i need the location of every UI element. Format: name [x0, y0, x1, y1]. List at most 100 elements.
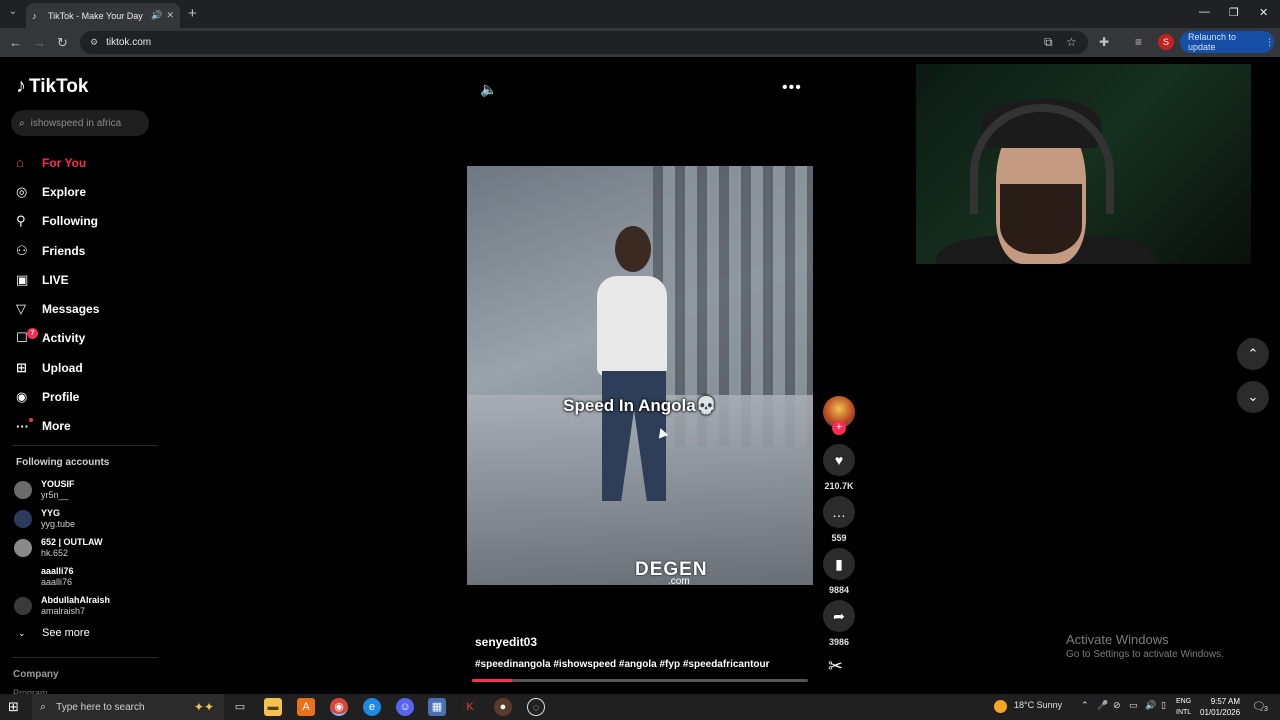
edge-icon[interactable]: e — [363, 698, 381, 716]
sidebar-item-label: Following — [42, 214, 98, 229]
sidebar-item-more[interactable]: ··· More — [16, 412, 99, 441]
discord-icon[interactable]: ☺ — [396, 698, 414, 716]
microphone-icon[interactable]: 🎤 — [1097, 700, 1108, 711]
back-icon[interactable]: ← — [9, 35, 22, 50]
search-input[interactable]: ⌕ ishowspeed in africa — [11, 110, 149, 136]
tab-audio-icon[interactable]: 🔊 — [151, 10, 162, 21]
next-video-chevron-down-icon[interactable]: ⌄ — [1237, 381, 1269, 413]
tray-chevron-up-icon[interactable]: ⌃ — [1081, 700, 1089, 711]
sidebar-item-profile[interactable]: ◉ Profile — [16, 382, 99, 411]
following-account[interactable]: AbdullahAlraish amalraish7 — [14, 592, 110, 621]
follow-plus-icon[interactable]: + — [832, 421, 846, 435]
app-window-icon[interactable]: ▦ — [428, 698, 446, 716]
previous-video-chevron-up-icon[interactable]: ⌃ — [1237, 338, 1269, 370]
video-watermark-sub: .com — [668, 576, 690, 585]
app-a-icon[interactable]: A — [297, 698, 315, 716]
account-name: YOUSIF — [41, 478, 75, 489]
reload-icon[interactable]: ↻ — [57, 35, 68, 51]
chrome-icon[interactable]: ◉ — [330, 698, 348, 716]
following-account[interactable]: 652 | OUTLAW hk.652 — [14, 533, 110, 562]
avatar — [14, 538, 32, 557]
company-link[interactable]: Company — [13, 669, 59, 680]
new-tab-button[interactable]: + — [188, 5, 197, 22]
more-options-icon[interactable]: ••• — [782, 79, 802, 97]
extensions-icon[interactable]: ✚ — [1099, 35, 1109, 49]
like-heart-icon[interactable]: ♥ — [823, 444, 855, 476]
tiktok-logo[interactable]: ♪ TikTok — [16, 75, 88, 98]
profile-icon: ◉ — [16, 389, 28, 405]
share-icon[interactable]: ➦ — [823, 600, 855, 632]
minimize-icon[interactable]: — — [1199, 6, 1210, 18]
sidebar-item-explore[interactable]: ◎ Explore — [16, 177, 99, 206]
sidebar-item-live[interactable]: ▣ LIVE — [16, 265, 99, 294]
video-progress-bar[interactable] — [472, 679, 808, 682]
profile-avatar[interactable]: S — [1158, 34, 1174, 50]
app-avatar-icon[interactable]: ● — [494, 698, 512, 716]
account-username: yyg.tube — [41, 518, 76, 529]
video-hashtags[interactable]: #speedinangola #ishowspeed #angola #fyp … — [475, 659, 770, 670]
comment-icon[interactable]: … — [823, 496, 855, 528]
webcam-overlay — [916, 64, 1251, 264]
following-account[interactable]: YOUSIF yr5n__ — [14, 475, 110, 504]
media-controls-icon[interactable]: ≡ — [1135, 35, 1142, 49]
tab-close-icon[interactable]: ✕ — [166, 10, 174, 21]
live-icon: ▣ — [16, 271, 29, 287]
activate-windows-subtitle: Go to Settings to activate Windows. — [1066, 649, 1224, 660]
sidebar-item-friends[interactable]: ⚇ Friends — [16, 236, 99, 265]
address-bar[interactable]: ⚙ tiktok.com — [80, 31, 1088, 54]
install-app-icon[interactable]: ⧉ — [1044, 35, 1053, 50]
taskbar-clock[interactable]: 9:57 AM 01/01/2026 — [1200, 696, 1240, 718]
account-username: yr5n__ — [41, 489, 69, 500]
account-name: aaalli76 — [41, 566, 74, 577]
video-player[interactable]: Speed In Angola💀 DEGEN .com — [467, 166, 813, 585]
app-circle-icon[interactable]: ◌ — [527, 698, 545, 716]
app-k-icon[interactable]: K — [461, 698, 479, 716]
following-account[interactable]: aaalli76 aaalli76 — [14, 563, 110, 592]
network-icon[interactable]: ⊘ — [1113, 700, 1121, 711]
avatar — [14, 597, 32, 616]
search-placeholder: ishowspeed in africa — [30, 117, 122, 129]
language-indicator[interactable]: ENG INTL — [1176, 696, 1191, 718]
sidebar-item-label: Explore — [42, 184, 87, 199]
restore-icon[interactable]: ❐ — [1229, 6, 1239, 19]
capcut-icon[interactable]: ✂ — [828, 656, 843, 677]
taskbar-search-input[interactable]: ⌕ Type here to search ✦✦ — [32, 694, 224, 720]
search-highlight-icon: ✦✦ — [193, 700, 214, 714]
sidebar-item-messages[interactable]: ▽ Messages — [16, 294, 99, 323]
search-icon: ⌕ — [40, 700, 47, 713]
avatar — [14, 480, 32, 499]
browser-tab[interactable]: ♪ TikTok - Make Your Day 🔊 ✕ — [26, 3, 180, 28]
sidebar-item-label: Friends — [42, 243, 86, 258]
sidebar-item-label: Activity — [42, 331, 86, 346]
relaunch-button[interactable]: Relaunch to update ⋮ — [1180, 31, 1274, 53]
weather-sun-icon[interactable] — [994, 700, 1007, 713]
browser-tab-strip: ⌄ ♪ TikTok - Make Your Day 🔊 ✕ + — ❐ ✕ — [0, 0, 1280, 28]
following-account[interactable]: YYG yyg.tube — [14, 504, 110, 533]
site-info-icon[interactable]: ⚙ — [90, 37, 98, 48]
battery-icon[interactable]: ▯ — [1161, 700, 1166, 711]
sidebar-item-upload[interactable]: ⊞ Upload — [16, 353, 99, 382]
forward-icon[interactable]: → — [33, 35, 46, 50]
bookmark-icon[interactable]: ▮ — [823, 548, 855, 580]
sidebar-nav: ⌂ For You ◎ Explore ⚲ Following ⚇ Friend… — [16, 148, 99, 441]
bookmark-star-icon[interactable]: ☆ — [1066, 35, 1077, 49]
like-count: 210.7K — [824, 481, 854, 491]
windows-start-icon[interactable]: ⊞ — [8, 699, 19, 715]
sidebar-item-following[interactable]: ⚲ Following — [16, 207, 99, 236]
weather-text[interactable]: 18°C Sunny — [1014, 700, 1062, 710]
following-icon: ⚲ — [16, 213, 26, 229]
display-icon[interactable]: ▭ — [1129, 700, 1138, 711]
close-window-icon[interactable]: ✕ — [1259, 6, 1268, 19]
url-text: tiktok.com — [106, 37, 152, 48]
task-view-icon[interactable]: ▭ — [231, 698, 249, 716]
tab-search-chevron-icon[interactable]: ⌄ — [6, 6, 20, 20]
volume-icon[interactable]: 🔈 — [480, 81, 497, 98]
video-author[interactable]: senyedit03 — [475, 635, 537, 649]
speaker-icon[interactable]: 🔊 — [1145, 700, 1156, 711]
divider — [12, 657, 158, 658]
see-more-button[interactable]: ⌄ See more — [18, 627, 90, 639]
kebab-menu-icon[interactable]: ⋮ — [1265, 37, 1274, 48]
sidebar-item-for-you[interactable]: ⌂ For You — [16, 148, 99, 177]
sidebar-item-activity[interactable]: ☐ 7 Activity — [16, 324, 99, 353]
file-explorer-icon[interactable]: ▬ — [264, 698, 282, 716]
